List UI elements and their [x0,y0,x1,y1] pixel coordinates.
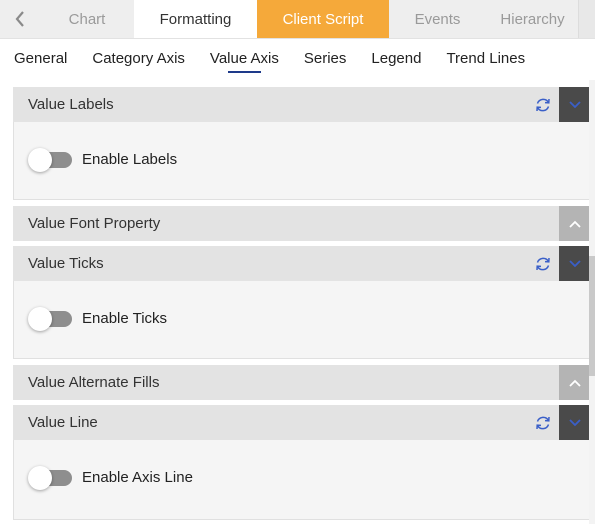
collapse-button[interactable] [559,246,590,281]
refresh-icon[interactable] [534,255,552,273]
subtab-general[interactable]: General [14,50,67,67]
enable-labels-label: Enable Labels [82,151,178,168]
back-button[interactable] [0,0,40,38]
panel-title: Value Ticks [28,255,104,272]
panel-value-font-property: Value Font Property [13,206,590,241]
tab-client-script[interactable]: Client Script [257,0,389,38]
expand-button[interactable] [559,365,590,400]
scrollbar-thumb[interactable] [589,256,595,376]
top-tab-bar: Chart Formatting Client Script Events Hi… [0,0,595,39]
panel-header[interactable]: Value Ticks [13,246,590,281]
toggle-knob [28,466,52,490]
chevron-left-icon [15,11,24,27]
enable-axis-line-toggle[interactable] [28,466,72,490]
subtab-category-axis[interactable]: Category Axis [92,50,185,67]
tab-events[interactable]: Events [389,0,486,38]
enable-axis-line-label: Enable Axis Line [82,469,193,486]
expand-button[interactable] [559,206,590,241]
tab-chart[interactable]: Chart [40,0,134,38]
sub-tab-bar: General Category Axis Value Axis Series … [0,38,595,78]
chevron-down-icon [568,259,581,267]
chevron-up-icon [568,379,581,387]
enable-ticks-label: Enable Ticks [82,310,168,327]
refresh-icon[interactable] [534,414,552,432]
toggle-knob [28,148,52,172]
enable-ticks-toggle[interactable] [28,307,72,331]
vertical-scrollbar[interactable] [589,80,595,524]
chevron-up-icon [568,220,581,228]
panel-header[interactable]: Value Line [13,405,590,440]
tab-hierarchy[interactable]: Hierarchy [486,0,579,38]
panel-header[interactable]: Value Font Property [13,206,590,241]
panel-value-labels: Value Labels Enable Labels [13,87,590,200]
panel-body: Enable Axis Line [13,440,590,520]
panel-title: Value Line [28,414,98,431]
subtab-trend-lines[interactable]: Trend Lines [446,50,525,67]
panel-body: Enable Labels [13,122,590,200]
collapse-button[interactable] [559,405,590,440]
top-tab-scrollbar[interactable] [578,0,595,38]
subtab-series[interactable]: Series [304,50,347,67]
chevron-down-icon [568,100,581,108]
subtab-legend[interactable]: Legend [371,50,421,67]
refresh-icon[interactable] [534,96,552,114]
enable-labels-toggle[interactable] [28,148,72,172]
panel-title: Value Labels [28,96,114,113]
panel-value-line: Value Line Enable Axis Line [13,405,590,520]
collapse-button[interactable] [559,87,590,122]
panel-title: Value Font Property [28,215,161,232]
tab-formatting[interactable]: Formatting [134,0,257,38]
panel-value-alternate-fills: Value Alternate Fills [13,365,590,400]
subtab-value-axis[interactable]: Value Axis [210,50,279,73]
panel-title: Value Alternate Fills [28,374,160,391]
chevron-down-icon [568,418,581,426]
panel-value-ticks: Value Ticks Enable Ticks [13,246,590,359]
toggle-knob [28,307,52,331]
panel-body: Enable Ticks [13,281,590,359]
panel-header[interactable]: Value Labels [13,87,590,122]
panel-header[interactable]: Value Alternate Fills [13,365,590,400]
